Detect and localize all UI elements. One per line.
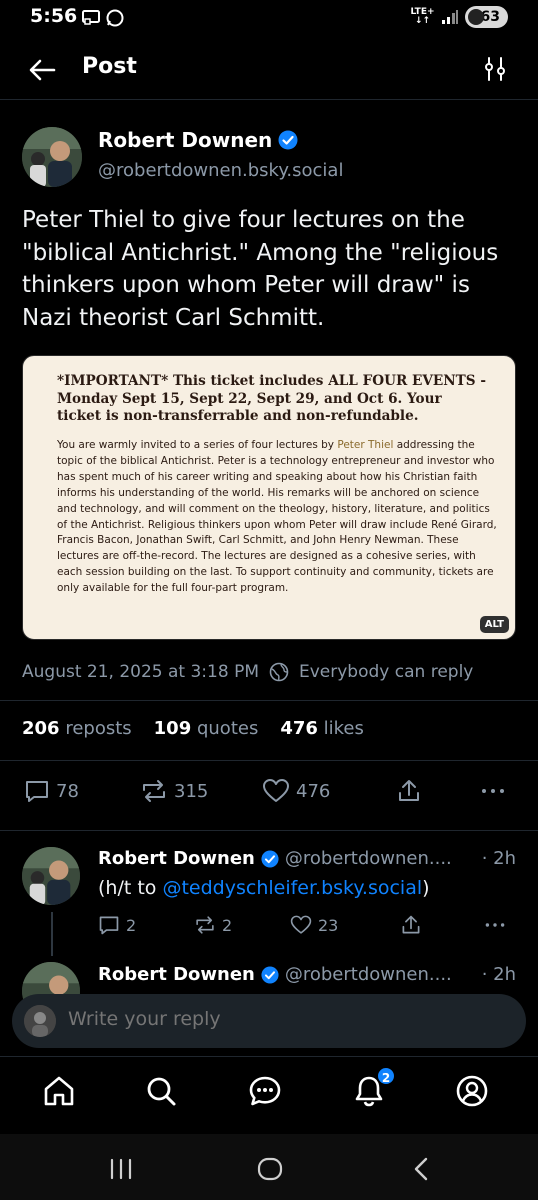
network-type: LTE+ ↓↑ (410, 7, 435, 26)
divider (0, 830, 538, 831)
share-icon[interactable] (396, 778, 422, 804)
comment-icon (26, 781, 48, 802)
author-name-text: Robert Downen (98, 128, 273, 152)
globe-icon (269, 662, 289, 682)
reposts-stat[interactable]: 206 reposts (22, 718, 132, 739)
comment-icon (99, 916, 119, 935)
status-right: LTE+ ↓↑ 63 (410, 6, 508, 28)
reply-actions: 2 2 23 (98, 914, 518, 938)
post-stats: 206 reposts 109 quotes 476 likes (22, 718, 364, 739)
bottom-nav: 2 (0, 1056, 538, 1132)
status-time: 5:56 (30, 5, 78, 27)
notification-badge: 2 (376, 1066, 396, 1086)
alt-badge[interactable]: ALT (479, 616, 509, 633)
user-avatar (24, 1005, 56, 1037)
status-bar: 5:56 LTE+ ↓↑ 63 (0, 0, 538, 38)
reply-header[interactable]: Robert Downen @robertdownen.... (98, 848, 452, 869)
mention-link[interactable]: @teddyschleifer.bsky.social (162, 877, 422, 899)
like-button[interactable]: 476 (262, 778, 330, 804)
page-title: Post (82, 54, 137, 79)
heart-icon (263, 779, 289, 802)
divider (0, 760, 538, 761)
share-icon[interactable] (400, 914, 422, 936)
more-options-icon[interactable] (480, 778, 506, 804)
repost-icon (143, 780, 165, 802)
system-back-icon[interactable] (406, 1154, 436, 1184)
reply-time: · 2h (481, 964, 516, 985)
verified-badge-icon (261, 849, 279, 868)
home-system-icon[interactable] (255, 1154, 285, 1184)
reply-header[interactable]: Robert Downen @robertdownen.... (98, 964, 452, 985)
reply-time: · 2h (481, 848, 516, 869)
image-heading: *IMPORTANT* This ticket includes ALL FOU… (57, 373, 486, 424)
search-icon[interactable] (144, 1074, 178, 1108)
verified-badge-icon (261, 965, 279, 984)
whatsapp-icon (106, 9, 124, 27)
battery-indicator: 63 (464, 6, 508, 28)
reply-composer[interactable] (12, 994, 526, 1048)
signal-icon (441, 10, 458, 24)
status-notification-icons (82, 9, 124, 27)
page-header: Post (0, 38, 538, 100)
author-name[interactable]: Robert Downen (98, 128, 298, 152)
repost-button[interactable]: 315 (140, 778, 208, 804)
reply-input[interactable] (68, 1008, 488, 1030)
image-body: You are warmly invited to a series of fo… (57, 439, 497, 595)
cast-icon (82, 10, 100, 25)
settings-sliders-icon[interactable] (482, 56, 508, 82)
repost-button[interactable]: 2 (194, 914, 232, 936)
like-button[interactable]: 23 (290, 914, 338, 936)
divider (0, 700, 538, 701)
reply-button[interactable]: 78 (24, 778, 79, 804)
heart-icon (290, 915, 312, 934)
recent-apps-icon[interactable] (106, 1154, 136, 1184)
reply-text: (h/t to @teddyschleifer.bsky.social) (98, 877, 430, 899)
reply-button[interactable]: 2 (98, 914, 136, 936)
back-arrow-icon[interactable] (26, 54, 58, 86)
system-nav-bar (0, 1134, 538, 1200)
profile-icon[interactable] (455, 1074, 489, 1108)
author-handle[interactable]: @robertdownen.bsky.social (98, 160, 343, 181)
verified-badge-icon (278, 130, 298, 150)
likes-stat[interactable]: 476 likes (280, 718, 364, 739)
notifications-tab[interactable]: 2 (352, 1066, 396, 1108)
post-actions: 78 315 476 (22, 778, 522, 808)
chat-icon[interactable] (248, 1074, 282, 1108)
reply-setting[interactable]: Everybody can reply (299, 662, 473, 682)
reply-avatar[interactable] (22, 847, 80, 905)
post-timestamp: August 21, 2025 at 3:18 PM (22, 662, 259, 682)
quotes-stat[interactable]: 109 quotes (154, 718, 259, 739)
home-icon[interactable] (42, 1074, 76, 1108)
post-meta: August 21, 2025 at 3:18 PM Everybody can… (22, 662, 473, 682)
more-options-icon[interactable] (484, 914, 506, 936)
repost-icon (196, 916, 214, 934)
author-avatar[interactable] (22, 127, 82, 187)
post-image[interactable]: *IMPORTANT* This ticket includes ALL FOU… (22, 355, 516, 640)
thread-line (51, 912, 53, 956)
post-text: Peter Thiel to give four lectures on the… (22, 207, 499, 331)
